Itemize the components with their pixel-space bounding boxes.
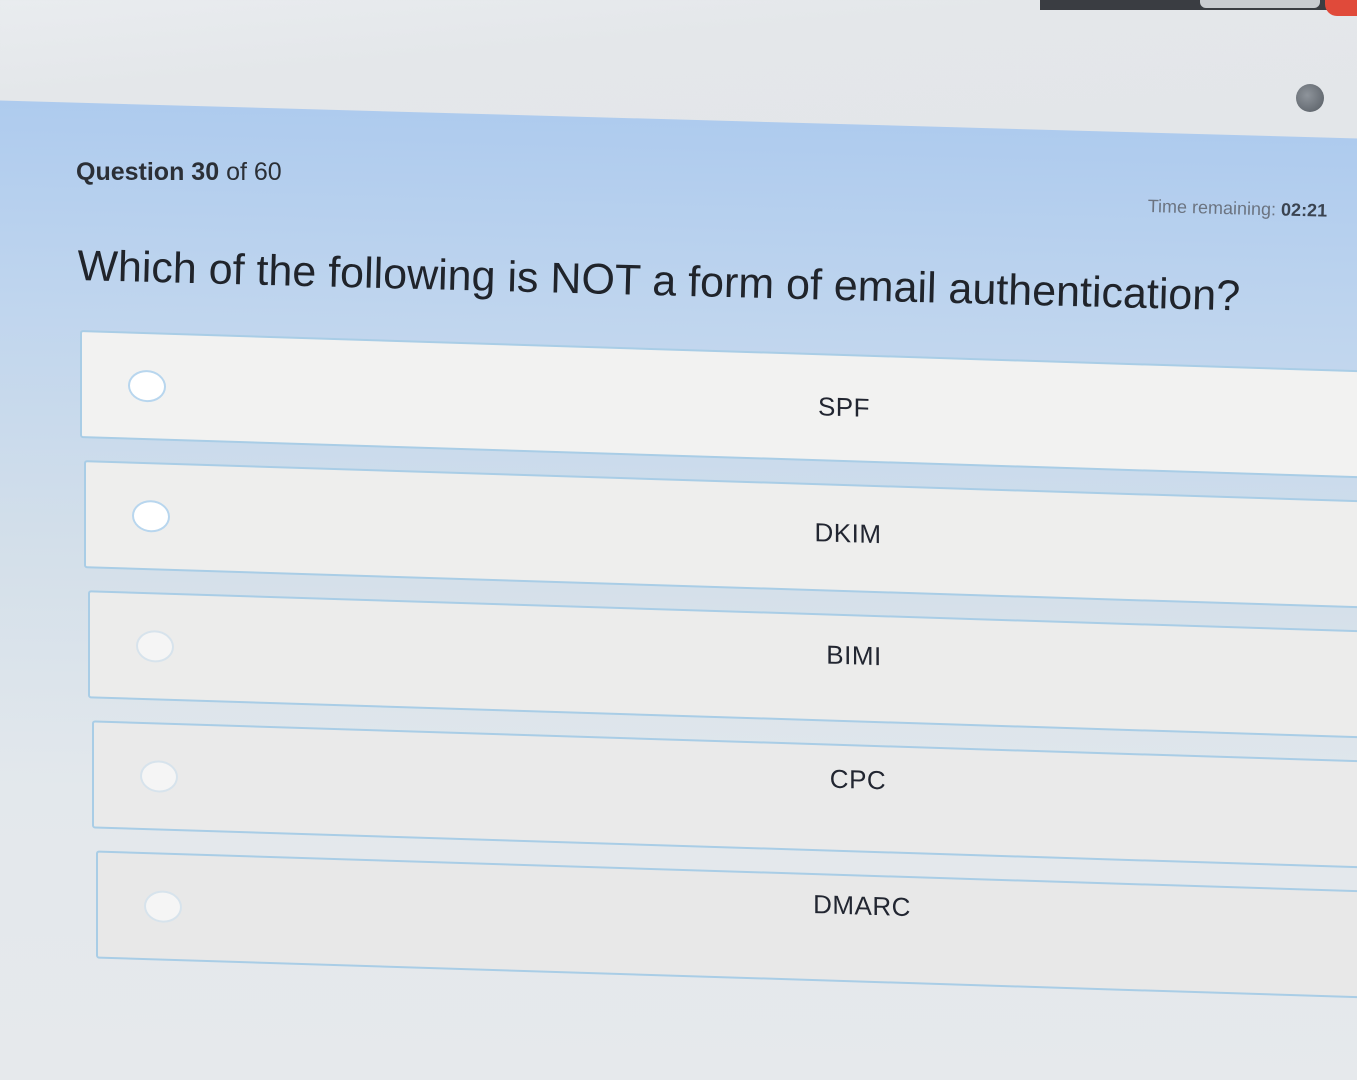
radio-button-icon[interactable] — [132, 499, 170, 533]
question-total: of 60 — [226, 158, 282, 186]
answer-option-cpc[interactable]: CPC — [92, 720, 1357, 869]
radio-button-icon[interactable] — [128, 369, 166, 403]
radio-button-icon[interactable] — [140, 759, 178, 794]
answer-label: SPF — [817, 391, 871, 423]
top-tab[interactable] — [1200, 0, 1320, 8]
answer-option-dmarc[interactable]: DMARC — [96, 850, 1357, 999]
question-word: Question — [76, 158, 185, 186]
answer-label: BIMI — [826, 639, 882, 672]
timer-label: Time remaining: — [1147, 196, 1277, 220]
timer-value: 02:21 — [1280, 199, 1328, 221]
globe-icon[interactable] — [1296, 84, 1324, 112]
question-counter: Question 30 of 60 — [76, 158, 282, 187]
answer-options: SPF DKIM BIMI CPC DMARC — [80, 330, 1357, 1021]
question-current-number: 30 — [191, 158, 220, 186]
answer-option-bimi[interactable]: BIMI — [88, 590, 1357, 739]
answer-option-dkim[interactable]: DKIM — [84, 460, 1357, 609]
radio-button-icon[interactable] — [136, 629, 174, 663]
radio-button-icon[interactable] — [144, 890, 182, 924]
answer-label: CPC — [829, 763, 887, 796]
answer-label: DKIM — [814, 517, 882, 550]
answer-label: DMARC — [813, 889, 911, 923]
top-red-button[interactable] — [1325, 0, 1357, 16]
